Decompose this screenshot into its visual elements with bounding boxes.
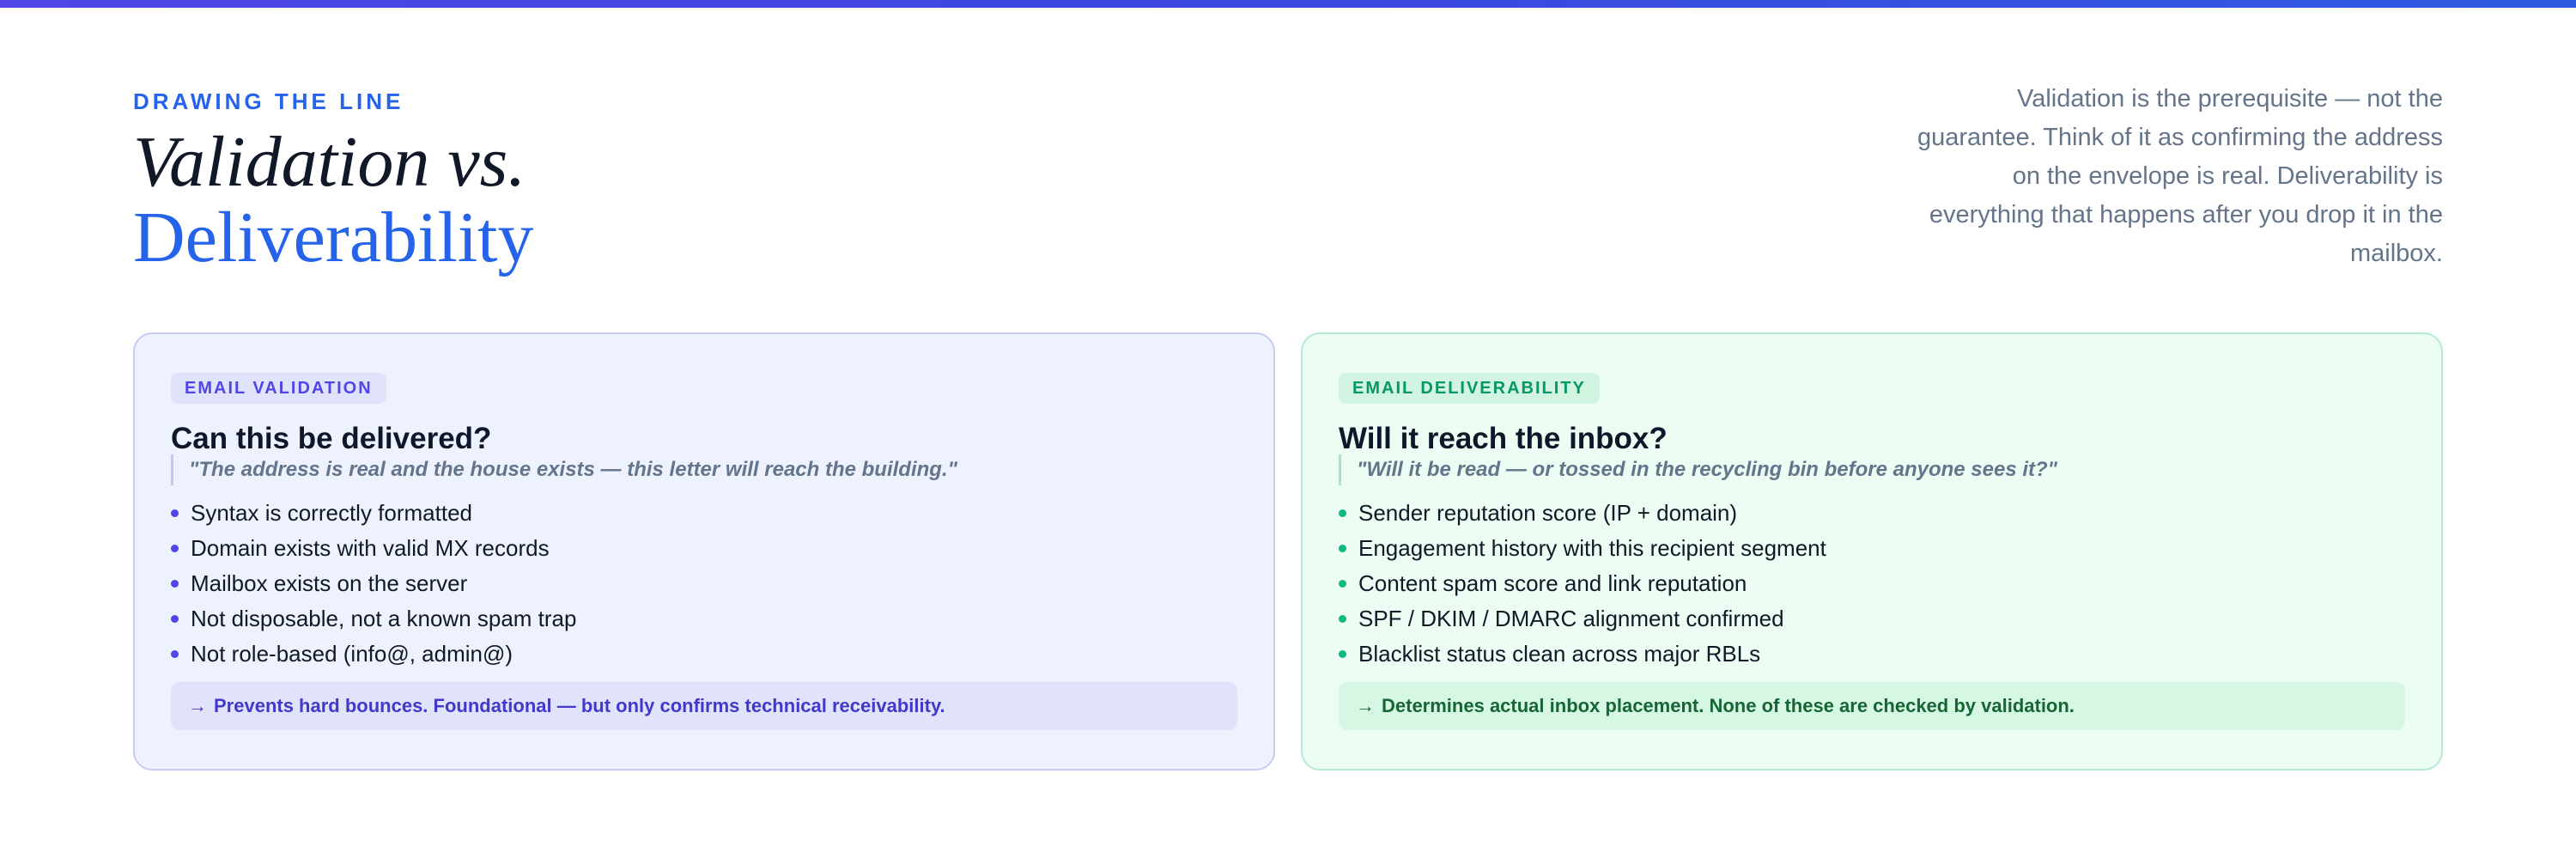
bullet-dot-icon [171,615,179,623]
validation-heading: Can this be delivered? [171,422,492,455]
list-item-label: Sender reputation score (IP + domain) [1358,500,1738,526]
list-item-label: Content spam score and link reputation [1358,570,1747,596]
list-item-label: Engagement history with this recipient s… [1358,535,1826,561]
deliverability-heading: Will it reach the inbox? [1339,422,1668,455]
arrow-right-icon: → [188,695,207,716]
list-item: Content spam score and link reputation [1339,566,1826,601]
deliverability-checklist: Sender reputation score (IP + domain) En… [1339,496,1826,672]
deliverability-note: → Determines actual inbox placement. None… [1339,682,2405,730]
top-accent-bar [0,0,2576,8]
bullet-dot-icon [1339,580,1346,588]
list-item: Not disposable, not a known spam trap [171,601,576,637]
bullet-dot-icon [171,545,179,552]
validation-note-text: Prevents hard bounces. Foundational — bu… [214,695,945,716]
page-title: Validation vs. Deliverability [133,125,534,276]
list-item: SPF / DKIM / DMARC alignment confirmed [1339,601,1826,637]
bullet-dot-icon [171,509,179,517]
list-item-label: Not disposable, not a known spam trap [191,606,577,631]
validation-checklist: Syntax is correctly formatted Domain exi… [171,496,576,672]
validation-badge: EMAIL VALIDATION [171,373,386,404]
list-item: Engagement history with this recipient s… [1339,531,1826,566]
bullet-dot-icon [1339,545,1346,552]
bullet-dot-icon [1339,509,1346,517]
validation-card: EMAIL VALIDATION Can this be delivered? … [133,332,1275,771]
list-item: Domain exists with valid MX records [171,531,576,566]
deliverability-card: EMAIL DELIVERABILITY Will it reach the i… [1301,332,2443,771]
bullet-dot-icon [1339,650,1346,658]
arrow-right-icon: → [1356,695,1375,716]
page-title-line1: Validation vs. [133,122,526,202]
list-item: Not role-based (info@, admin@) [171,637,576,672]
deliverability-note-text: Determines actual inbox placement. None … [1382,695,2075,716]
list-item-label: Blacklist status clean across major RBLs [1358,641,1761,667]
validation-note: → Prevents hard bounces. Foundational — b… [171,682,1237,730]
list-item-label: Not role-based (info@, admin@) [191,641,513,667]
list-item: Blacklist status clean across major RBLs [1339,637,1826,672]
validation-quote: "The address is real and the house exist… [171,454,957,485]
list-item: Mailbox exists on the server [171,566,576,601]
list-item: Sender reputation score (IP + domain) [1339,496,1826,531]
bullet-dot-icon [171,650,179,658]
list-item-label: Syntax is correctly formatted [191,500,472,526]
bullet-dot-icon [171,580,179,588]
list-item-label: SPF / DKIM / DMARC alignment confirmed [1358,606,1784,631]
deliverability-quote: "Will it be read — or tossed in the recy… [1339,454,2057,485]
list-item-label: Domain exists with valid MX records [191,535,550,561]
intro-paragraph: Validation is the prerequisite — not the… [1917,85,2443,267]
page-title-line2: Deliverability [133,198,534,277]
bullet-dot-icon [1339,615,1346,623]
section-eyebrow: DRAWING THE LINE [133,88,404,114]
list-item: Syntax is correctly formatted [171,496,576,531]
deliverability-badge: EMAIL DELIVERABILITY [1339,373,1600,404]
list-item-label: Mailbox exists on the server [191,570,468,596]
